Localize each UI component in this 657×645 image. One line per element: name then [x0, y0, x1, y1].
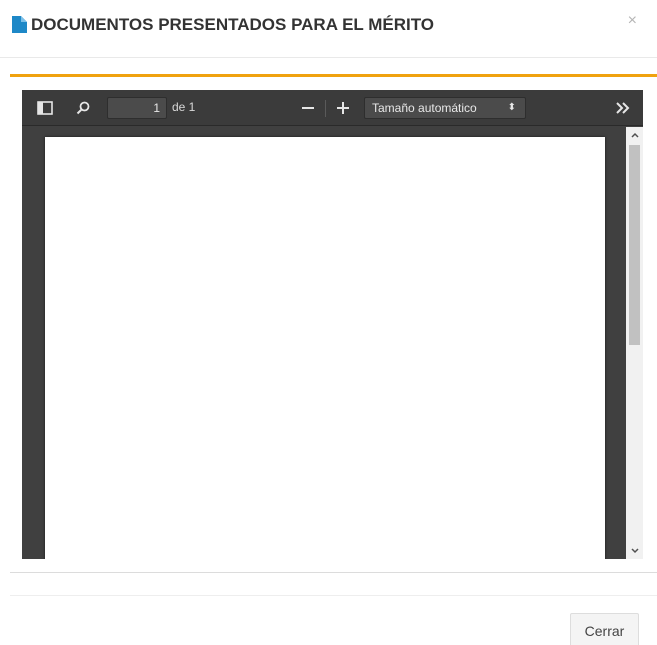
document-icon [12, 16, 27, 33]
sidebar-toggle-icon[interactable] [34, 97, 56, 119]
search-icon[interactable] [72, 97, 94, 119]
chevron-down-icon[interactable] [626, 543, 643, 559]
scale-select[interactable]: Tamaño automático ⬍ [364, 97, 526, 119]
modal-header: DOCUMENTOS PRESENTADOS PARA EL MÉRITO × [0, 0, 657, 58]
scale-select-value: Tamaño automático [372, 101, 477, 115]
viewer-divider [10, 572, 657, 573]
select-arrows-icon: ⬍ [507, 102, 516, 113]
toolbar-separator [325, 100, 326, 117]
chevron-up-icon[interactable] [626, 127, 643, 143]
pdf-viewer: 1 de 1 Tamaño automático ⬍ [22, 90, 643, 559]
footer-divider [10, 595, 657, 596]
modal-dialog: DOCUMENTOS PRESENTADOS PARA EL MÉRITO × … [0, 0, 657, 645]
page-count: de 1 [172, 100, 196, 114]
zoom-in-icon[interactable] [332, 97, 354, 119]
close-button[interactable]: Cerrar [570, 613, 639, 645]
viewer-toolbar: 1 de 1 Tamaño automático ⬍ [22, 90, 643, 126]
modal-title: DOCUMENTOS PRESENTADOS PARA EL MÉRITO [31, 15, 435, 34]
accent-divider [10, 74, 657, 77]
vertical-scrollbar[interactable] [626, 127, 643, 559]
zoom-out-icon[interactable] [297, 97, 319, 119]
document-area[interactable] [22, 127, 626, 559]
pdf-page [45, 137, 605, 559]
close-icon[interactable]: × [628, 13, 637, 29]
page-number-input[interactable]: 1 [107, 97, 167, 119]
tools-icon[interactable] [612, 97, 634, 119]
scrollbar-thumb[interactable] [629, 145, 640, 345]
